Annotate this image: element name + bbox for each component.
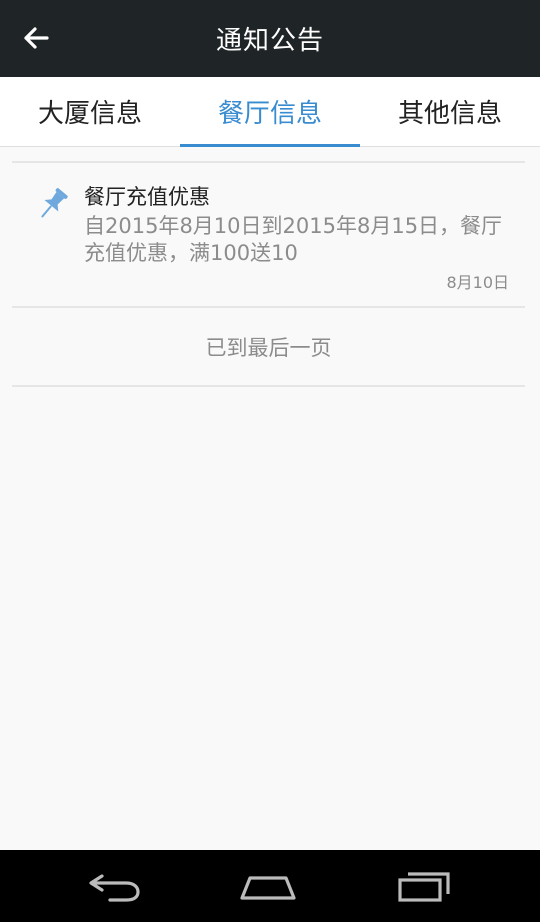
list-end-label: 已到最后一页 <box>205 335 332 360</box>
back-button[interactable] <box>16 18 56 58</box>
tab-other-info[interactable]: 其他信息 <box>360 77 540 146</box>
nav-home-button[interactable] <box>238 868 298 904</box>
notice-title: 餐厅充值优惠 <box>84 185 210 209</box>
tab-building-info[interactable]: 大厦信息 <box>0 77 180 146</box>
arrow-left-icon <box>24 27 49 49</box>
notice-list: 餐厅充值优惠 自2015年8月10日到2015年8月15日，餐厅充值优惠，满10… <box>12 161 525 387</box>
list-item[interactable]: 餐厅充值优惠 自2015年8月10日到2015年8月15日，餐厅充值优惠，满10… <box>12 163 525 306</box>
system-nav-bar <box>0 850 540 922</box>
tab-bar: 大厦信息 餐厅信息 其他信息 <box>0 77 540 147</box>
pin-icon <box>41 188 68 218</box>
notice-body: 自2015年8月10日到2015年8月15日，餐厅充值优惠，满100送10 <box>84 214 503 265</box>
recent-apps-icon <box>398 872 450 902</box>
divider <box>12 385 525 387</box>
page-title: 通知公告 <box>215 26 324 56</box>
notice-date: 8月10日 <box>446 273 509 292</box>
home-icon <box>240 876 296 900</box>
tab-restaurant-info[interactable]: 餐厅信息 <box>180 77 360 147</box>
app-bar: 通知公告 <box>0 0 540 77</box>
back-icon <box>89 874 140 902</box>
nav-back-button[interactable] <box>84 868 144 904</box>
nav-recent-apps-button[interactable] <box>394 868 454 904</box>
